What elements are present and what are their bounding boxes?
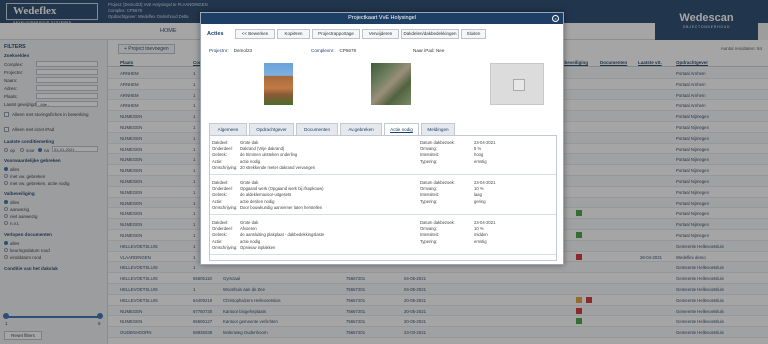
dakdelen-button[interactable]: Dakdelen/dakbedekkingen (401, 29, 459, 39)
entry-value: hoog (474, 152, 484, 158)
tab-algemeen[interactable]: Algemeen (209, 123, 247, 135)
sluiten-button[interactable]: Sluiten (461, 29, 486, 39)
entry-value: actie nodig (240, 238, 261, 244)
entry-value: 10 % (474, 186, 484, 192)
entry-key: Dakdeel: (212, 180, 229, 185)
building-photo[interactable] (264, 63, 293, 105)
entry-key: Gebrek: (212, 192, 227, 198)
entry-key: Typering: (420, 158, 438, 164)
entry-key: Omvang: (420, 146, 437, 152)
entry-key: Intensiteit: (420, 152, 440, 158)
entry-value: 23-04-2021 (474, 180, 496, 185)
entry-value: 23-04-2021 (474, 220, 496, 225)
entry-value: midden (474, 232, 488, 238)
entry-value: Dakrand (Vrije dakrand) (240, 146, 285, 152)
projectkaart-modal: Projectkaart VvE Holysingel × Acties << … (200, 12, 564, 265)
complexnr-field-value: CP5678 (339, 48, 357, 53)
entry-key: Omvang: (420, 186, 437, 192)
entry-key: Typering: (420, 238, 438, 244)
tab-avgebreken[interactable]: Av.gebreken (340, 123, 382, 135)
projectnr-field: Projectnr: Demol23 (209, 48, 252, 53)
entry-value: Opgaand werk (Opgaand werk bij ifsopkouw… (240, 186, 324, 192)
acties-label: Acties (207, 31, 224, 37)
entry-value: ernstig (474, 158, 487, 164)
entry-value: actie derden nodig (240, 198, 275, 204)
entry-value: 20 strekkende meter dakrand vervangen (240, 164, 316, 170)
entry-value: Grote dak (240, 220, 259, 225)
entry-value: de aldeklemavoor-uitgesets (240, 192, 292, 198)
tab-documenten[interactable]: Documenten (296, 123, 338, 135)
tab-opdrachtgever[interactable]: Opdrachtgever (249, 123, 294, 135)
entry-key: Omschrijving: (212, 244, 238, 250)
entry-key: Omschrijving: (212, 204, 238, 210)
entry-key: Typering: (420, 198, 438, 204)
entry-key: Actie: (212, 158, 223, 164)
entry-value: Door bouwkundig aannemer laten herstelle… (240, 204, 323, 210)
entry-key: Gebrek: (212, 152, 227, 158)
modal-title: Projectkaart VvE Holysingel (201, 13, 563, 24)
action-entry: Dakdeel: Grote dak Datum dakbezoek: 23-04-2… (210, 138, 556, 175)
entry-key: Datum dakbezoek: (420, 140, 455, 145)
entry-key: Onderdeel: (212, 226, 233, 232)
entry-value: Afvoeren (240, 226, 257, 232)
entry-key: Onderdeel: (212, 146, 233, 152)
entry-value: ernstig (474, 238, 487, 244)
entry-key: Intensiteit: (420, 232, 440, 238)
entry-value: laag (474, 192, 482, 198)
entry-key: Dakdeel: (212, 220, 229, 225)
entry-value: Grote dak (240, 140, 259, 145)
entry-value: de trimmen uitsteken onderling (240, 152, 298, 158)
placeholder-image-icon[interactable] (490, 63, 544, 105)
ipad-field: Naar iPad: Nee (413, 48, 445, 53)
entry-key: Onderdeel: (212, 186, 233, 192)
entry-value: actie nodig (240, 158, 261, 164)
entry-key: Actie: (212, 198, 223, 204)
complexnr-field-label: Complexnr: (311, 48, 335, 53)
kopieren-button[interactable]: Kopiëren (277, 29, 310, 39)
entry-key: Gebrek: (212, 232, 227, 238)
projectrapportage-button[interactable]: Projectrapportage (312, 29, 360, 39)
aerial-photo[interactable] (371, 63, 411, 105)
projectnr-field-value: Demol23 (233, 48, 253, 53)
entry-value: 5 % (474, 146, 482, 152)
entry-value: de aansluiting plakplaat - dakbedekkings… (240, 232, 325, 238)
entry-value: 10 % (474, 226, 484, 232)
entry-value: 23-04-2021 (474, 140, 496, 145)
close-icon[interactable]: × (552, 15, 559, 22)
entry-key: Omvang: (420, 226, 437, 232)
action-entry: Dakdeel: Grote dak Datum dakbezoek: 23-04-2… (210, 178, 556, 215)
entry-value: Grote dak (240, 180, 259, 185)
entry-key: Omschrijving: (212, 164, 238, 170)
tab-meldingen[interactable]: Meldingen (421, 123, 455, 135)
entry-value: Opnieuw inplakken (240, 244, 276, 250)
entry-key: Intensiteit: (420, 192, 440, 198)
entry-key: Datum dakbezoek: (420, 180, 455, 185)
entry-key: Datum dakbezoek: (420, 220, 455, 225)
actie-nodig-panel: Dakdeel: Grote dak Datum dakbezoek: 23-04-2… (209, 135, 557, 261)
bewerken-button[interactable]: << Bewerken (235, 29, 275, 39)
entry-value: gering (474, 198, 486, 204)
verwijderen-button[interactable]: Verwijderen (362, 29, 399, 39)
action-entry: Dakdeel: Grote dak Datum dakbezoek: 23-04-2… (210, 218, 556, 255)
complexnr-field: Complexnr: CP5678 (311, 48, 356, 53)
entry-key: Actie: (212, 238, 223, 244)
projectnr-field-label: Projectnr: (209, 48, 229, 53)
entry-key: Dakdeel: (212, 140, 229, 145)
